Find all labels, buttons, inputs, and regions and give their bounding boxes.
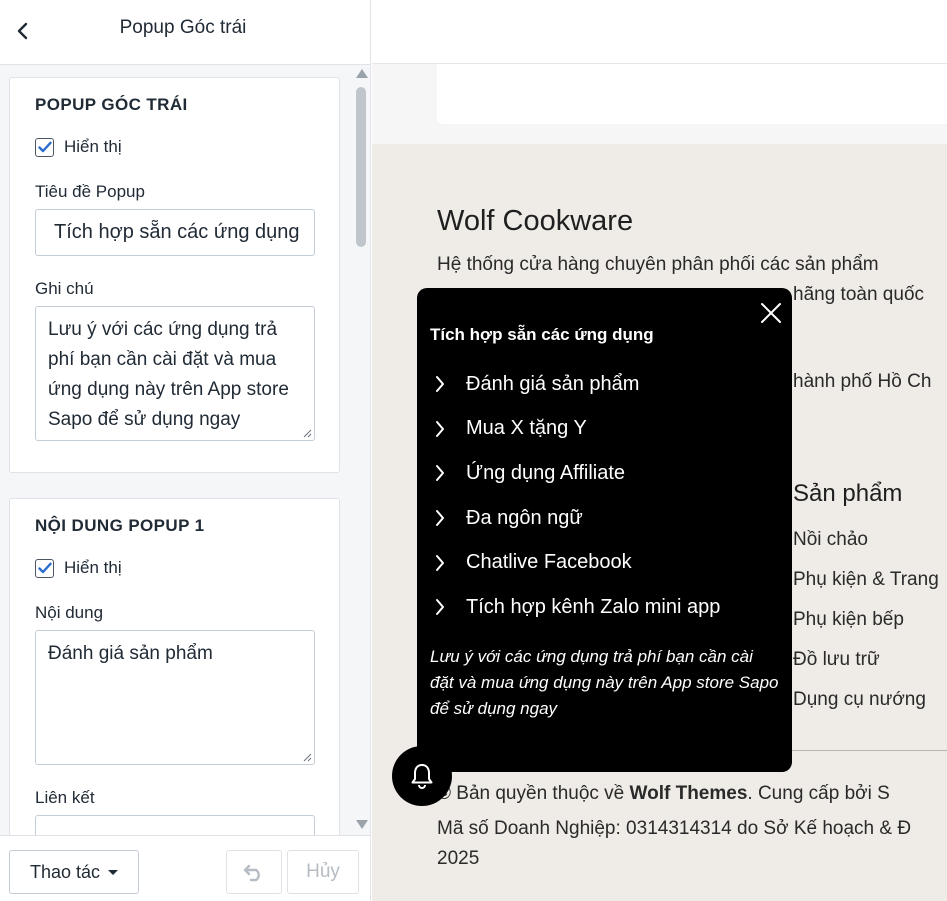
popup-item-label: Ứng dụng Affiliate [466, 461, 626, 484]
popup-note: Lưu ý với các ứng dụng trả phí bạn cần c… [430, 647, 779, 718]
popup-item-label: Mua X tặng Y [466, 417, 587, 440]
checkbox-label: Hiển thị [64, 558, 122, 577]
editor-panel: Popup Góc trái POPUP GÓC TRÁI Hiển thị T… [0, 0, 371, 901]
checkbox-label: Hiển thị [64, 137, 122, 156]
popup-list-item[interactable]: Mua X tặng Y [435, 407, 785, 452]
editor-title: Popup Góc trái [119, 17, 247, 38]
show-popup-checkbox-row[interactable]: Hiển thị [35, 137, 122, 157]
caret-down-icon [108, 869, 119, 875]
store-preview: Wolf Cookware Hệ thống cửa hàng chuyên p… [372, 0, 947, 901]
popup-list-item[interactable]: Đánh giá sản phẩm [435, 362, 785, 407]
popup-item-label: Đa ngôn ngữ [466, 506, 583, 529]
chevron-right-icon [435, 464, 453, 482]
chevron-right-icon [435, 375, 453, 393]
popup-title-input[interactable]: Tích hợp sẵn các ứng dụng [35, 209, 315, 256]
show-content-checkbox-row[interactable]: Hiển thị [35, 558, 122, 578]
copyright-year: 2025 [437, 848, 480, 869]
actions-label: Thao tác [29, 861, 101, 882]
chevron-right-icon [435, 420, 453, 438]
scroll-up-arrow[interactable] [356, 69, 368, 78]
product-link[interactable]: Đồ lưu trữ [793, 640, 939, 680]
undo-button[interactable] [226, 850, 282, 894]
popup-list-item[interactable]: Đa ngôn ngữ [435, 496, 785, 541]
product-link[interactable]: Nồi chảo [793, 520, 939, 560]
copyright-brand-link[interactable]: Wolf Themes [630, 783, 748, 804]
show-popup-checkbox[interactable] [35, 137, 54, 157]
popup-corner-card: POPUP GÓC TRÁI Hiển thị Tiêu đề Popup Tí… [9, 77, 340, 473]
chevron-right-icon [435, 509, 453, 527]
popup-toggle-button[interactable] [392, 746, 452, 806]
resize-handle-icon[interactable] [303, 753, 312, 762]
popup-close-button[interactable] [757, 299, 785, 327]
popup-item-label: Chatlive Facebook [466, 551, 632, 574]
editor-header: Popup Góc trái [0, 0, 370, 65]
popup-list-item[interactable]: Tích hợp kênh Zalo mini app [435, 585, 785, 630]
footer-address: hành phố Hồ Ch [793, 371, 932, 392]
link-input[interactable] [35, 815, 315, 835]
preview-top-area [372, 0, 947, 144]
resize-handle-icon[interactable] [303, 429, 312, 438]
copyright-suffix: . Cung cấp bởi S [747, 783, 890, 804]
popup-title: Tích hợp sẵn các ứng dụng [430, 325, 654, 344]
description-line: Hệ thống cửa hàng chuyên phân phối các s… [437, 254, 879, 275]
settings-scroll-area: POPUP GÓC TRÁI Hiển thị Tiêu đề Popup Tí… [0, 65, 352, 835]
close-icon [761, 303, 781, 323]
product-link[interactable]: Phụ kiện bếp [793, 600, 939, 640]
popup-list-item[interactable]: Chatlive Facebook [435, 540, 785, 585]
popup-title-label: Tiêu đề Popup [35, 182, 145, 201]
content-label: Nội dung [35, 603, 104, 622]
editor-footer: Thao tác Hủy [0, 835, 370, 901]
preview-content-box [437, 64, 947, 124]
note-text: Lưu ý với các ứng dụng trả phí bạn cần c… [48, 319, 289, 430]
scroll-thumb[interactable] [356, 87, 366, 247]
corner-popup: Tích hợp sẵn các ứng dụng Đánh giá sản p… [417, 288, 792, 772]
show-content-checkbox[interactable] [35, 558, 54, 578]
popup-app-list: Đánh giá sản phẩm Mua X tặng Y Ứng dụng … [435, 362, 785, 630]
chevron-right-icon [435, 554, 453, 572]
undo-icon [243, 864, 260, 882]
copyright-prefix: © Bản quyền thuộc về [437, 783, 630, 804]
section-heading: NỘI DUNG POPUP 1 [35, 516, 205, 535]
check-icon [37, 141, 52, 153]
note-label: Ghi chú [35, 279, 94, 298]
product-link[interactable]: Phụ kiện & Trang [793, 560, 939, 600]
cancel-button[interactable]: Hủy [287, 850, 359, 894]
popup-content-1-card: NỘI DUNG POPUP 1 Hiển thị Nội dung Đánh … [9, 498, 340, 835]
product-link[interactable]: Dụng cụ nướng [793, 680, 939, 720]
popup-item-label: Đánh giá sản phẩm [466, 372, 640, 395]
product-links: Nồi chảo Phụ kiện & Trang Phụ kiện bếp Đ… [793, 520, 939, 720]
content-text: Đánh giá sản phẩm [48, 643, 213, 664]
actions-dropdown-button[interactable]: Thao tác [9, 850, 139, 894]
check-icon [37, 562, 52, 574]
preview-header [372, 0, 947, 64]
popup-item-label: Tích hợp kênh Zalo mini app [466, 595, 721, 618]
note-textarea[interactable]: Lưu ý với các ứng dụng trả phí bạn cần c… [35, 306, 315, 441]
footer-brand: Wolf Cookware [437, 205, 634, 237]
product-column-heading: Sản phẩm [793, 480, 903, 507]
scroll-down-arrow[interactable] [356, 820, 368, 829]
settings-scrollbar[interactable] [352, 65, 370, 835]
popup-list-item[interactable]: Ứng dụng Affiliate [435, 451, 785, 496]
bell-icon [411, 764, 433, 789]
link-label: Liên kết [35, 788, 95, 807]
chevron-right-icon [435, 598, 453, 616]
business-registration: Mã số Doanh Nghiệp: 0314314314 do Sở Kế … [437, 818, 912, 839]
section-heading: POPUP GÓC TRÁI [35, 95, 188, 114]
copyright-text: © Bản quyền thuộc về Wolf Themes. Cung c… [437, 783, 890, 805]
content-textarea[interactable]: Đánh giá sản phẩm [35, 630, 315, 765]
